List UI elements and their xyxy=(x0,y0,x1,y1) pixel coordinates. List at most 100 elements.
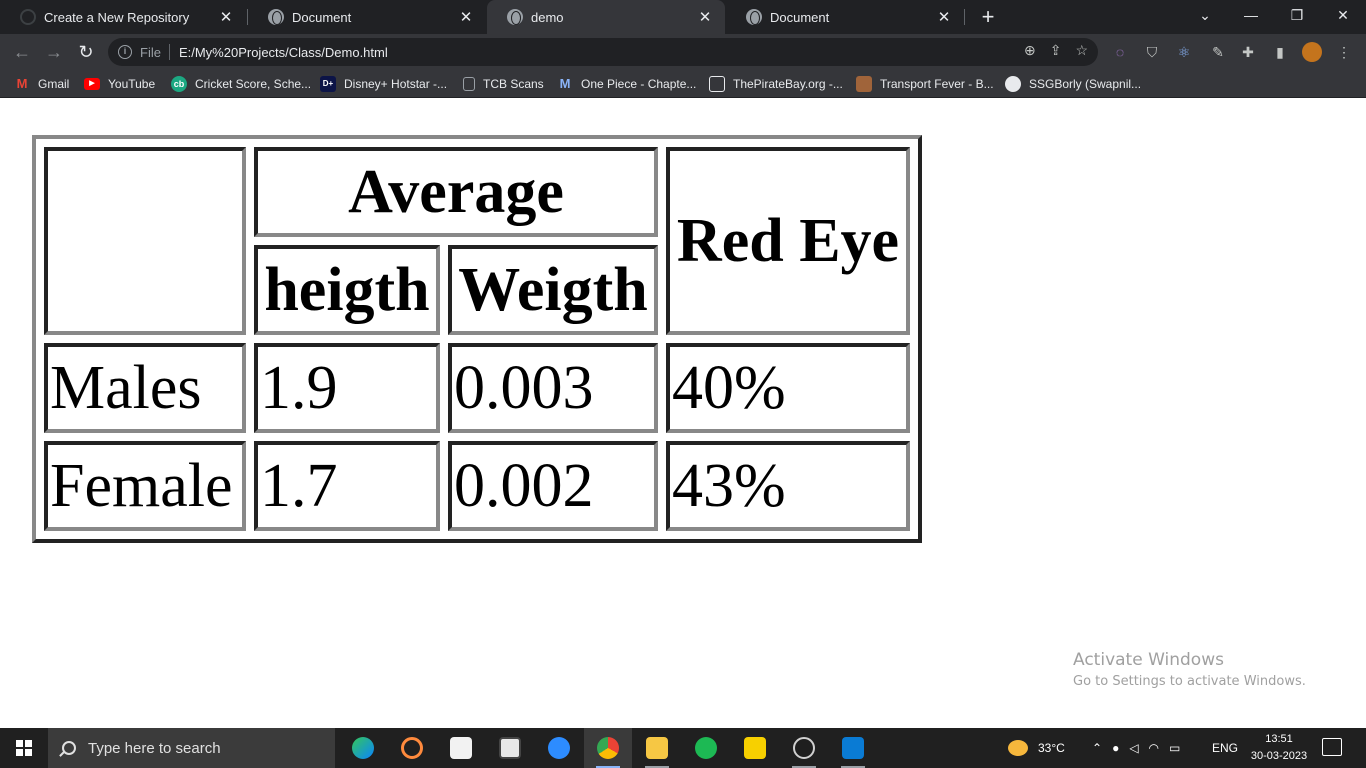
row-label: Males xyxy=(44,343,246,433)
taskbar-app-solitaire[interactable] xyxy=(437,728,485,768)
react-devtools-icon[interactable]: ⚛ xyxy=(1174,42,1194,62)
microphone-icon[interactable]: ● xyxy=(1112,741,1119,755)
tab-document-1[interactable]: Document ✕ xyxy=(248,0,486,34)
close-icon[interactable]: ✕ xyxy=(936,8,952,26)
github-icon xyxy=(20,9,36,25)
puzzle-icon[interactable]: ✚ xyxy=(1238,42,1258,62)
taskbar-search[interactable]: Type here to search xyxy=(48,728,335,768)
bookmark-ssgborly[interactable]: SSGBorly (Swapnil... xyxy=(1005,75,1141,93)
bookmark-gmail[interactable]: M Gmail xyxy=(14,75,70,93)
bookmark-one-piece[interactable]: M One Piece - Chapte... xyxy=(557,75,697,93)
taskbar-app-media[interactable] xyxy=(388,728,436,768)
bookmark-tcb-scans[interactable]: TCB Scans xyxy=(463,75,544,93)
red-eye-header: Red Eye xyxy=(666,147,910,335)
bookmarks-bar: M Gmail ▶ YouTube cb Cricket Score, Sche… xyxy=(0,70,1366,98)
height-cell: 1.7 xyxy=(254,441,440,531)
windows-icon xyxy=(16,740,32,756)
red-eye-cell: 40% xyxy=(666,343,910,433)
taskbar-app-edge[interactable] xyxy=(339,728,387,768)
scheme-label: File xyxy=(140,44,161,60)
bookmark-youtube[interactable]: ▶ YouTube xyxy=(84,75,155,93)
chrome-icon xyxy=(597,737,619,759)
close-icon[interactable]: ✕ xyxy=(218,8,234,26)
weather-widget[interactable]: 33°C xyxy=(1008,728,1065,768)
info-icon[interactable]: i xyxy=(118,45,132,59)
wifi-icon[interactable]: ◠ xyxy=(1149,741,1159,755)
start-button[interactable] xyxy=(0,728,48,768)
height-header: heigth xyxy=(254,245,440,335)
language-indicator[interactable]: ENG xyxy=(1212,728,1238,768)
bookmark-label: TCB Scans xyxy=(483,77,544,91)
forward-button[interactable]: → xyxy=(42,40,66,64)
bookmark-piratebay[interactable]: ThePirateBay.org -... xyxy=(709,75,843,93)
manga-icon: M xyxy=(559,76,571,91)
bookmark-hotstar[interactable]: D+ Disney+ Hotstar -... xyxy=(320,75,447,93)
zoom-icon xyxy=(548,737,570,759)
menu-icon[interactable]: ⋮ xyxy=(1334,42,1354,62)
weather-icon xyxy=(1008,740,1028,756)
table-header-row: Average Red Eye xyxy=(44,147,910,335)
globe-icon xyxy=(746,9,762,25)
youtube-icon: ▶ xyxy=(84,78,100,90)
bookmark-label: Cricket Score, Sche... xyxy=(195,77,312,91)
color-picker-icon[interactable]: ✎ xyxy=(1208,42,1228,62)
taskbar-app-vscode[interactable] xyxy=(829,728,877,768)
zoom-icon[interactable]: ⊕ xyxy=(1024,42,1036,59)
minimize-button[interactable]: — xyxy=(1228,0,1274,34)
weight-header: Weigth xyxy=(448,245,658,335)
taskbar-app-zoom[interactable] xyxy=(535,728,583,768)
empty-header-cell xyxy=(44,147,246,335)
taskbar-app-obs[interactable] xyxy=(780,728,828,768)
bookmark-transport-fever[interactable]: Transport Fever - B... xyxy=(856,75,994,93)
speaker-icon[interactable]: ◁ xyxy=(1129,741,1138,755)
tab-document-2[interactable]: Document ✕ xyxy=(726,0,964,34)
share-icon[interactable]: ⇪ xyxy=(1050,42,1062,59)
tab-title: Document xyxy=(770,9,830,25)
edge-icon xyxy=(352,737,374,759)
page-content: Average Red Eye heigth Weigth Males 1.9 … xyxy=(0,99,1366,728)
bookmark-label: SSGBorly (Swapnil... xyxy=(1029,77,1142,91)
url-text[interactable]: E:/My%20Projects/Class/Demo.html xyxy=(179,45,388,60)
address-bar[interactable]: i File E:/My%20Projects/Class/Demo.html … xyxy=(108,38,1098,66)
reload-button[interactable]: ↻ xyxy=(74,40,98,64)
solitaire-icon xyxy=(450,737,472,759)
notification-icon[interactable] xyxy=(1322,738,1342,756)
taskbar-clock[interactable]: 13:51 30-03-2023 xyxy=(1247,731,1311,765)
tab-divider xyxy=(964,9,965,25)
taskbar-app-explorer[interactable] xyxy=(633,728,681,768)
activate-windows-watermark: Activate Windows Go to Settings to activ… xyxy=(1073,650,1306,689)
piratebay-icon xyxy=(709,76,725,92)
cricbuzz-icon: cb xyxy=(171,76,187,92)
avatar[interactable] xyxy=(1302,42,1322,62)
new-tab-button[interactable]: + xyxy=(976,3,1000,31)
taskbar-app-office[interactable] xyxy=(486,728,534,768)
close-window-button[interactable]: ✕ xyxy=(1320,0,1366,34)
restore-button[interactable]: ❐ xyxy=(1274,0,1320,34)
close-icon[interactable]: ✕ xyxy=(697,8,713,26)
tab-title: Create a New Repository xyxy=(44,9,190,25)
tab-search-button[interactable]: ⌄ xyxy=(1182,0,1228,34)
tab-title: demo xyxy=(531,9,564,25)
taskbar-app-sticky[interactable] xyxy=(731,728,779,768)
bookmark-star-icon[interactable]: ☆ xyxy=(1075,42,1088,59)
back-button[interactable]: ← xyxy=(10,40,34,64)
bookmark-label: Gmail xyxy=(38,77,70,91)
tab-github[interactable]: Create a New Repository ✕ xyxy=(0,0,246,34)
data-table: Average Red Eye heigth Weigth Males 1.9 … xyxy=(32,135,922,543)
page-icon xyxy=(463,77,475,91)
shield-icon[interactable]: ⛉ xyxy=(1142,42,1162,62)
close-icon[interactable]: ✕ xyxy=(458,8,474,26)
taskbar-app-spotify[interactable] xyxy=(682,728,730,768)
taskbar-app-chrome[interactable] xyxy=(584,728,632,768)
address-actions: ⊕ ⇪ ☆ xyxy=(1024,42,1088,59)
side-panel-icon[interactable]: ▮ xyxy=(1270,42,1290,62)
clock-time: 13:51 xyxy=(1265,733,1293,745)
weather-temp: 33°C xyxy=(1038,741,1065,755)
extension-radio-icon[interactable]: ◌ xyxy=(1110,42,1130,62)
chevron-up-icon[interactable]: ⌃ xyxy=(1092,741,1102,755)
bookmark-cricbuzz[interactable]: cb Cricket Score, Sche... xyxy=(171,75,311,93)
tab-demo[interactable]: demo ✕ xyxy=(487,0,725,34)
game-icon xyxy=(856,76,872,92)
battery-icon[interactable]: ▭ xyxy=(1169,741,1180,755)
height-cell: 1.9 xyxy=(254,343,440,433)
